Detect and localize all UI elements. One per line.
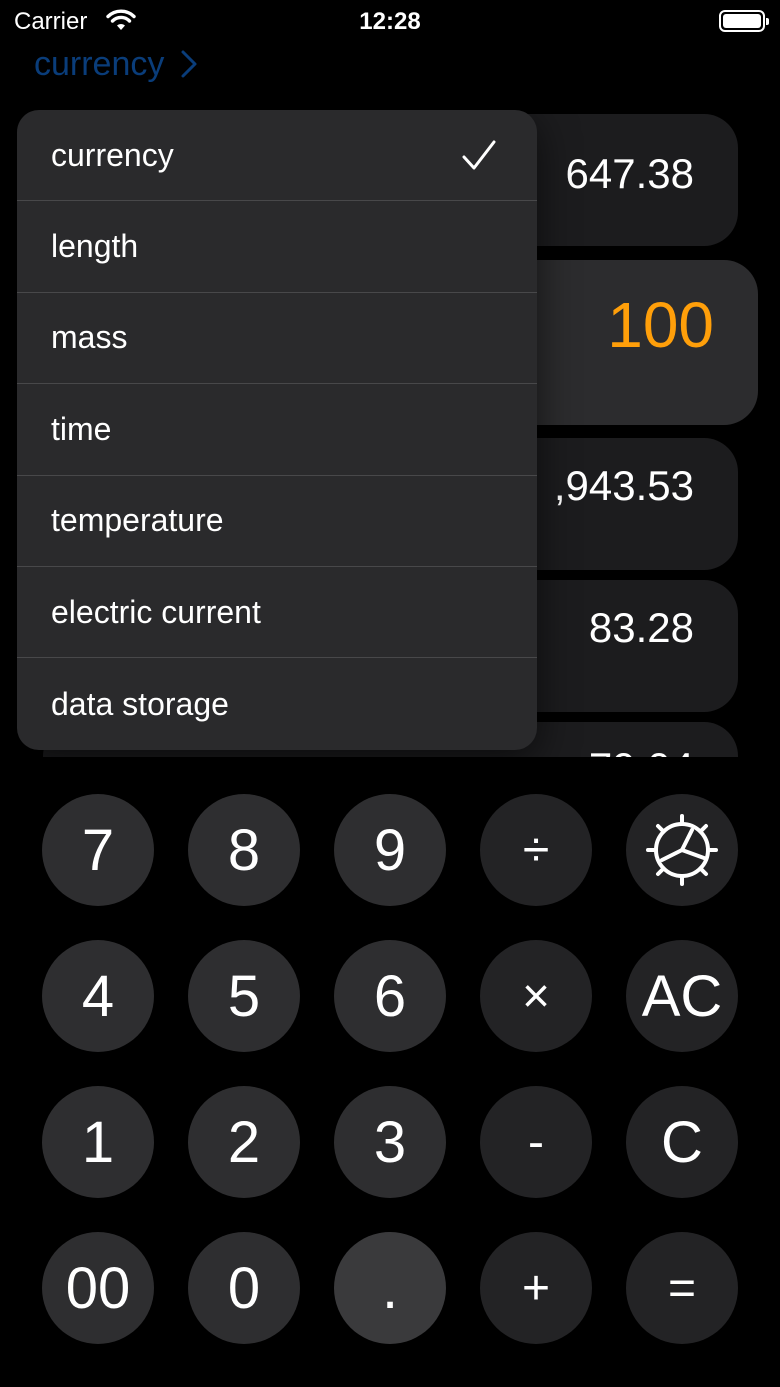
unit-category-label: currency	[34, 44, 165, 83]
key-5[interactable]: 5	[188, 940, 300, 1052]
key-7[interactable]: 7	[42, 794, 154, 906]
key-1[interactable]: 1	[42, 1086, 154, 1198]
menu-item-label: time	[51, 410, 112, 447]
unit-category-menu: currency length mass time temperature el…	[17, 110, 537, 750]
all-clear-button[interactable]: AC	[626, 940, 738, 1052]
menu-item-length[interactable]: length	[17, 201, 537, 293]
chevron-right-icon	[181, 50, 197, 78]
key-plus[interactable]: +	[480, 1232, 592, 1344]
row-value: ,943.53	[553, 462, 694, 509]
unit-category-selector[interactable]: currency	[34, 42, 198, 86]
menu-item-currency[interactable]: currency	[17, 110, 537, 202]
key-9[interactable]: 9	[334, 794, 446, 906]
menu-item-label: currency	[51, 136, 174, 173]
key-minus[interactable]: -	[480, 1086, 592, 1198]
menu-item-label: mass	[51, 319, 128, 356]
row-value: 647.38	[565, 150, 694, 197]
clear-button[interactable]: C	[626, 1086, 738, 1198]
status-time: 12:28	[359, 8, 421, 35]
battery-icon	[719, 10, 769, 32]
keypad: 7 8 9 ÷ 4 5 6 × AC 1 2 3 - C 00 0 . + =	[42, 794, 738, 1346]
key-8[interactable]: 8	[188, 794, 300, 906]
row-value: 79.04	[589, 744, 694, 757]
menu-item-label: electric current	[51, 593, 261, 630]
menu-item-time[interactable]: time	[17, 384, 537, 476]
menu-item-temperature[interactable]: temperature	[17, 476, 537, 567]
key-divide[interactable]: ÷	[480, 794, 592, 906]
row-value: 83.28	[588, 604, 694, 651]
menu-item-data-storage[interactable]: data storage	[17, 658, 537, 749]
settings-button[interactable]	[626, 794, 738, 906]
key-2[interactable]: 2	[188, 1086, 300, 1198]
menu-item-mass[interactable]: mass	[17, 293, 537, 385]
menu-item-label: data storage	[51, 685, 229, 722]
row-value-active: 100	[607, 289, 714, 361]
key-0[interactable]: 0	[188, 1232, 300, 1344]
key-equals[interactable]: =	[626, 1232, 738, 1344]
menu-item-label: length	[51, 228, 139, 265]
checkmark-icon	[462, 140, 496, 170]
key-6[interactable]: 6	[334, 940, 446, 1052]
key-00[interactable]: 00	[42, 1232, 154, 1344]
key-4[interactable]: 4	[42, 940, 154, 1052]
menu-item-label: temperature	[51, 502, 224, 539]
status-bar: Carrier 12:28	[0, 0, 780, 44]
gear-icon	[646, 814, 718, 886]
key-decimal[interactable]: .	[334, 1232, 446, 1344]
key-3[interactable]: 3	[334, 1086, 446, 1198]
key-multiply[interactable]: ×	[480, 940, 592, 1052]
menu-item-electric-current[interactable]: electric current	[17, 567, 537, 659]
